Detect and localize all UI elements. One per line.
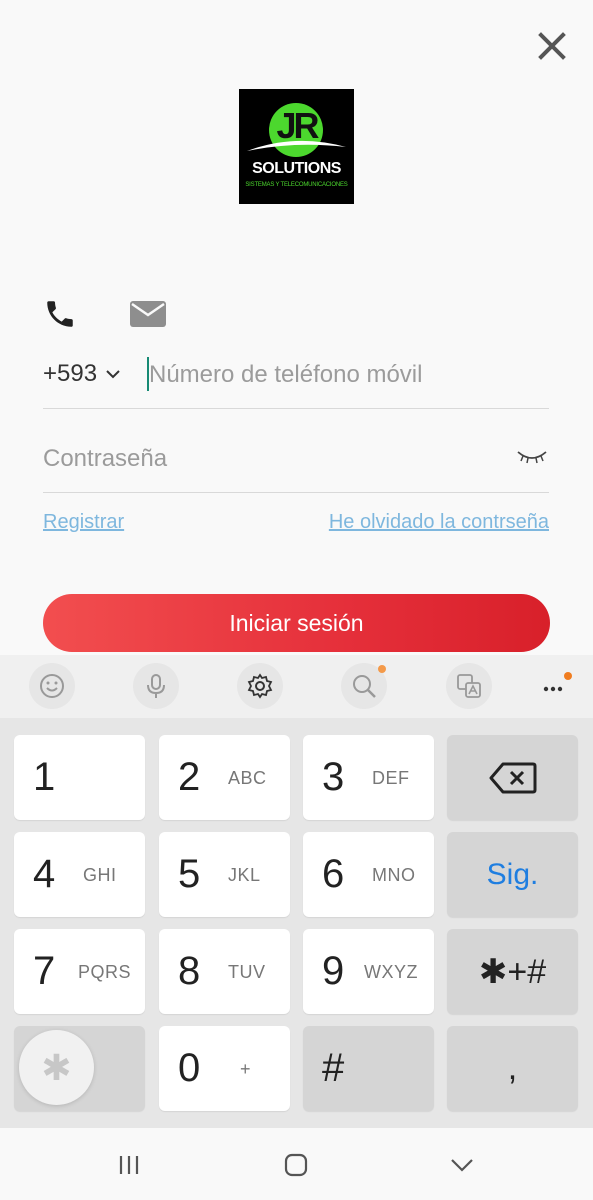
key-letters: GHI [83, 865, 117, 885]
login-screen: JR SOLUTIONS SISTEMAS Y TELECOMUNICACION… [0, 0, 593, 655]
key-digit: 6 [322, 852, 345, 896]
more-notification-dot [564, 672, 572, 680]
mail-icon [130, 301, 166, 327]
key-1[interactable]: 1 [14, 735, 145, 820]
key-letters: WXYZ [364, 962, 418, 982]
next-key[interactable]: Sig. [447, 832, 578, 917]
phone-login-tab[interactable] [43, 297, 77, 331]
register-link[interactable]: Registrar [43, 511, 124, 534]
login-button[interactable]: Iniciar sesión [43, 594, 550, 652]
translate-icon [457, 674, 481, 698]
logo-swoosh [247, 140, 346, 151]
home-icon [284, 1153, 308, 1177]
translate-button[interactable] [446, 663, 492, 709]
key-letters: JKL [228, 865, 261, 885]
company-logo: JR SOLUTIONS SISTEMAS Y TELECOMUNICACION… [239, 89, 354, 204]
back-icon [451, 1159, 473, 1172]
key-8[interactable]: 8 TUV [159, 929, 290, 1014]
key-digit: 7 [33, 949, 56, 993]
key-6[interactable]: 6 MNO [303, 832, 434, 917]
country-code: +593 [43, 360, 98, 387]
key-digit: 5 [178, 852, 201, 896]
key-digit: 1 [33, 755, 56, 799]
key-letters: + [240, 1059, 252, 1079]
forgot-password-link[interactable]: He olvidado la contrseña [329, 511, 549, 534]
key-letters: MNO [372, 865, 416, 885]
backspace-key[interactable] [447, 735, 578, 820]
country-code-selector[interactable]: +593 [43, 360, 121, 388]
key-digit: 8 [178, 949, 201, 993]
next-label: Sig. [486, 857, 539, 891]
key-letters: ABC [228, 768, 267, 788]
key-7[interactable]: 7 PQRS [14, 929, 145, 1014]
key-letters: PQRS [78, 962, 132, 982]
key-0[interactable]: 0 + [159, 1026, 290, 1111]
recents-button[interactable] [109, 1150, 149, 1180]
logo-name: SOLUTIONS [252, 160, 341, 177]
phone-field: +593 [43, 352, 549, 409]
star-label: ✱ [41, 1046, 72, 1088]
key-digit: 3 [322, 755, 345, 799]
keyboard-settings-button[interactable] [237, 663, 283, 709]
key-letters: TUV [228, 962, 266, 982]
close-icon [538, 32, 566, 60]
key-letters: DEF [372, 768, 410, 788]
key-9[interactable]: 9 WXYZ [303, 929, 434, 1014]
key-4[interactable]: 4 GHI [14, 832, 145, 917]
settings-icon [247, 673, 273, 699]
chevron-down-icon [106, 370, 120, 379]
key-digit: 9 [322, 949, 345, 993]
keyboard-toolbar [0, 655, 593, 718]
phone-icon [47, 301, 73, 327]
phone-input[interactable] [149, 357, 539, 393]
more-icon [543, 686, 563, 692]
key-digit: 2 [178, 755, 201, 799]
comma-label: , [507, 1049, 518, 1087]
more-options-button[interactable] [542, 677, 572, 697]
key-digit: 0 [178, 1046, 201, 1090]
home-button[interactable] [276, 1150, 316, 1180]
email-login-tab[interactable] [128, 299, 168, 329]
key-digit: 4 [33, 852, 56, 896]
key-2[interactable]: 2 ABC [159, 735, 290, 820]
emoji-button[interactable] [29, 663, 75, 709]
backspace-icon [489, 762, 536, 793]
search-icon [353, 675, 376, 698]
microphone-icon [147, 674, 165, 698]
password-input[interactable] [43, 441, 483, 477]
notification-dot [378, 665, 386, 673]
back-button[interactable] [442, 1150, 482, 1180]
emoji-icon [40, 674, 64, 698]
system-navigation-bar [0, 1128, 593, 1200]
key-3[interactable]: 3 DEF [303, 735, 434, 820]
logo-tagline: SISTEMAS Y TELECOMUNICACIONES [245, 182, 348, 188]
eye-closed-icon[interactable] [515, 446, 549, 468]
symbols-key[interactable]: ✱+# [447, 929, 578, 1014]
hash-key[interactable]: # [303, 1026, 434, 1111]
voice-input-button[interactable] [133, 663, 179, 709]
symbols-label: ✱+# [478, 952, 547, 991]
comma-key[interactable]: , [447, 1026, 578, 1111]
close-button[interactable] [532, 28, 572, 64]
key-5[interactable]: 5 JKL [159, 832, 290, 917]
recents-icon [119, 1156, 139, 1174]
key-digit: # [322, 1046, 345, 1090]
floating-star-button[interactable]: ✱ [19, 1030, 94, 1105]
password-field [43, 436, 549, 493]
